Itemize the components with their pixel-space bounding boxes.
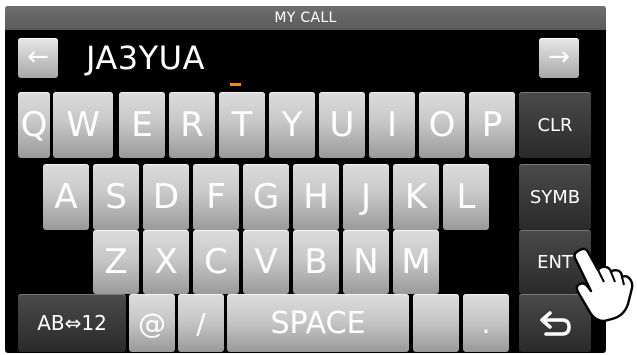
key-e[interactable]: E xyxy=(119,92,165,158)
key-q[interactable]: Q xyxy=(18,92,50,158)
key-n[interactable]: N xyxy=(343,230,389,294)
symbol-button[interactable]: SYMB xyxy=(519,164,591,230)
key-w[interactable]: W xyxy=(53,92,113,158)
key-c[interactable]: C xyxy=(193,230,239,294)
key-y[interactable]: Y xyxy=(269,92,315,158)
key-t[interactable]: T xyxy=(219,92,265,158)
space-key[interactable]: SPACE xyxy=(227,294,409,352)
key-at[interactable]: @ xyxy=(129,294,175,352)
key-dot[interactable]: . xyxy=(463,294,509,352)
key-f[interactable]: F xyxy=(193,164,239,230)
key-l[interactable]: L xyxy=(443,164,489,230)
right-arrow-icon: → xyxy=(548,42,570,72)
key-p[interactable]: P xyxy=(469,92,515,158)
key-o[interactable]: O xyxy=(419,92,465,158)
clear-button[interactable]: CLR xyxy=(519,92,591,158)
key-g[interactable]: G xyxy=(243,164,289,230)
cursor-right-button[interactable]: → xyxy=(539,38,579,78)
key-h[interactable]: H xyxy=(293,164,339,230)
key-slash[interactable]: / xyxy=(178,294,224,352)
key-x[interactable]: X xyxy=(143,230,189,294)
key-s[interactable]: S xyxy=(93,164,139,230)
key-m[interactable]: M xyxy=(393,230,439,294)
call-sign-field[interactable]: JA3YUA xyxy=(86,38,205,78)
key-r[interactable]: R xyxy=(169,92,215,158)
key-d[interactable]: D xyxy=(143,164,189,230)
input-row: ← JA3YUA → xyxy=(5,32,606,88)
key-i[interactable]: I xyxy=(369,92,415,158)
key-j[interactable]: J xyxy=(343,164,389,230)
key-z[interactable]: Z xyxy=(93,230,139,294)
cursor-left-button[interactable]: ← xyxy=(18,38,58,78)
key-b[interactable]: B xyxy=(293,230,339,294)
title-bar: MY CALL xyxy=(5,6,606,30)
tap-hand-icon xyxy=(573,247,634,322)
key-u[interactable]: U xyxy=(319,92,365,158)
mode-toggle-button[interactable]: AB⇔12 xyxy=(18,294,126,352)
key-blank[interactable] xyxy=(413,294,459,352)
keyboard-screen: MY CALL ← JA3YUA → Q W E R T Y U I O P C… xyxy=(5,6,606,353)
key-a[interactable]: A xyxy=(43,164,89,230)
key-k[interactable]: K xyxy=(393,164,439,230)
text-cursor xyxy=(230,83,241,86)
key-v[interactable]: V xyxy=(243,230,289,294)
left-arrow-icon: ← xyxy=(27,42,49,72)
